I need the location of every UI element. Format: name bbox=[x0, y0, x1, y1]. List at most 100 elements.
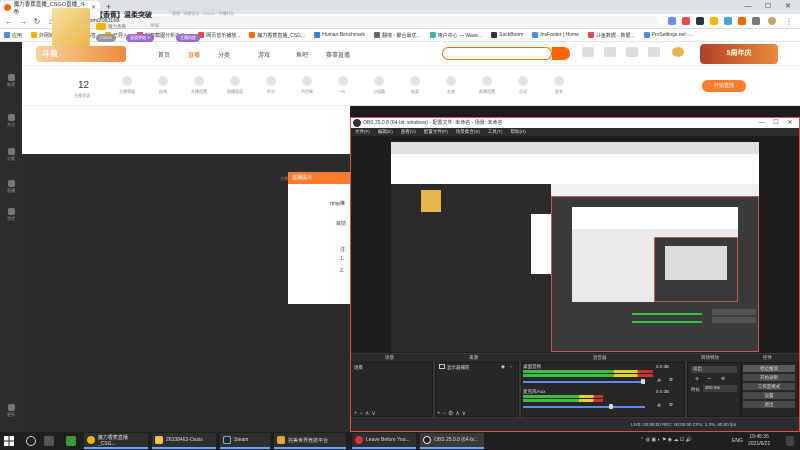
follow-icon[interactable] bbox=[604, 47, 616, 57]
tool-item[interactable]: 小组赛 bbox=[364, 76, 394, 95]
minimize-icon[interactable]: — bbox=[740, 1, 756, 13]
nav-game[interactable]: 游戏 bbox=[258, 50, 270, 59]
extension-icon[interactable] bbox=[752, 17, 760, 25]
tool-item[interactable]: 直播设置 bbox=[472, 76, 502, 95]
scene-dock-tools[interactable]: +−∧∨ bbox=[354, 410, 378, 417]
remove-transition-icon[interactable]: − bbox=[707, 376, 711, 383]
exit-button[interactable]: 退出 bbox=[743, 401, 795, 408]
start-recording-button[interactable]: 开始录制 bbox=[743, 374, 795, 381]
tool-item[interactable]: PK bbox=[328, 76, 358, 94]
settings-button[interactable]: 设置 bbox=[743, 392, 795, 399]
gear-icon[interactable]: ⚙ bbox=[669, 402, 673, 408]
taskbar-app-folder[interactable]: 26338463-Oasis bbox=[152, 433, 216, 449]
tool-item[interactable]: 直播画面 bbox=[220, 76, 250, 95]
lock-icon[interactable]: ▫ bbox=[510, 364, 512, 369]
report-link[interactable]: 举报 bbox=[150, 23, 159, 29]
transition-select[interactable]: 淡出 bbox=[691, 366, 737, 373]
sidebar-item-recommend[interactable]: 推荐 bbox=[0, 74, 22, 88]
menu-tools[interactable]: 工具(T) bbox=[488, 128, 503, 136]
nav-category[interactable]: 分类 bbox=[218, 50, 230, 59]
taskbar-app-obs[interactable]: OBS 25.0.8 (64-bi... bbox=[420, 433, 484, 449]
bookmark-item[interactable]: 用户中心 — Wave... bbox=[429, 32, 482, 39]
menu-profile[interactable]: 配置文件(P) bbox=[424, 128, 448, 136]
douyu-logo[interactable]: 斗鱼 bbox=[36, 46, 126, 62]
input-language[interactable]: ENG bbox=[732, 438, 743, 444]
back-icon[interactable]: ← bbox=[4, 16, 14, 27]
volume-slider-handle[interactable] bbox=[641, 379, 645, 384]
tool-item[interactable]: 开播设置 bbox=[184, 76, 214, 95]
studio-mode-button[interactable]: 工作室模式 bbox=[743, 383, 795, 390]
search-button[interactable] bbox=[552, 47, 570, 60]
user-avatar[interactable] bbox=[672, 47, 684, 57]
tool-item[interactable]: 活动 bbox=[508, 76, 538, 95]
bookmark-item[interactable]: InsFooter | Home bbox=[532, 32, 579, 38]
category-badge[interactable]: CSGO bbox=[96, 34, 116, 42]
download-icon[interactable] bbox=[648, 47, 660, 57]
nav-events[interactable]: 赛事直播 bbox=[326, 50, 350, 59]
forward-icon[interactable]: → bbox=[18, 16, 28, 27]
tool-item[interactable]: 抽奖 bbox=[400, 76, 430, 95]
taskbar-app-chrome[interactable]: 魔力香蕉直播_CSG... bbox=[84, 433, 148, 449]
search-icon[interactable] bbox=[26, 436, 36, 446]
extension-icon[interactable] bbox=[710, 17, 718, 25]
nav-yuba[interactable]: 鱼吧 bbox=[296, 50, 308, 59]
tool-item[interactable]: 节目单 bbox=[292, 76, 322, 95]
tool-item[interactable]: 积分 bbox=[256, 76, 286, 95]
tool-item[interactable]: 礼物 bbox=[436, 76, 466, 95]
transition-settings-icon[interactable]: ⚙ bbox=[721, 376, 725, 382]
minimize-icon[interactable]: — bbox=[755, 118, 769, 128]
close-window-icon[interactable]: ✕ bbox=[783, 118, 797, 128]
bookmark-item[interactable]: SockBoom bbox=[491, 32, 523, 38]
room-avatar[interactable] bbox=[52, 8, 90, 46]
extension-icon[interactable] bbox=[682, 17, 690, 25]
bookmark-item[interactable]: Human Benchmark bbox=[314, 32, 365, 38]
bookmark-item[interactable]: 网页音乐播放... bbox=[198, 32, 240, 39]
speaker-icon[interactable]: 🔈 bbox=[657, 377, 663, 383]
nvidia-icon[interactable] bbox=[66, 436, 76, 446]
menu-dots-icon[interactable]: ⋮ bbox=[784, 16, 794, 27]
gear-icon[interactable]: ⚙ bbox=[669, 377, 673, 383]
tool-item[interactable]: 主播等级 bbox=[112, 76, 142, 95]
tool-item[interactable]: 更多 bbox=[544, 76, 574, 95]
source-dock-tools[interactable]: +−⚙∧∨ bbox=[437, 410, 468, 417]
profile-avatar[interactable] bbox=[768, 17, 776, 25]
bookmark-item[interactable]: 魔力香蕉直播_CSG... bbox=[249, 32, 305, 39]
taskbar-app-steam[interactable]: Steam bbox=[220, 433, 270, 449]
open-live-button[interactable]: 开始直播 bbox=[702, 80, 746, 92]
extension-icon[interactable] bbox=[668, 17, 676, 25]
menu-file[interactable]: 文件(F) bbox=[355, 128, 370, 136]
menu-help[interactable]: 帮助(H) bbox=[511, 128, 526, 136]
speaker-icon[interactable]: 🔈 bbox=[657, 402, 663, 408]
bookmark-item[interactable]: 斗鱼数据 - 数据... bbox=[587, 32, 635, 39]
menu-scene-collection[interactable]: 场景集合(S) bbox=[456, 128, 480, 136]
title-badge[interactable]: 温柔突破 ✦ bbox=[126, 34, 155, 42]
volume-slider[interactable] bbox=[523, 381, 645, 383]
extension-icon[interactable] bbox=[738, 17, 746, 25]
volume-slider-handle[interactable] bbox=[609, 404, 613, 409]
tool-item[interactable]: 连线 bbox=[148, 76, 178, 95]
windows-start-icon[interactable] bbox=[4, 436, 14, 446]
task-view-icon[interactable] bbox=[44, 436, 54, 446]
sidebar-item-game[interactable]: 游戏 bbox=[0, 208, 22, 222]
notification-icon[interactable] bbox=[786, 436, 794, 446]
sidebar-item-follow[interactable]: 关注 bbox=[0, 114, 22, 128]
sidebar-item-live[interactable]: 直播 bbox=[0, 180, 22, 194]
taskbar-app-netease-music[interactable]: Leave Before You... bbox=[352, 433, 416, 449]
menu-view[interactable]: 查看(V) bbox=[401, 128, 416, 136]
duration-input[interactable]: 300 ms bbox=[703, 385, 737, 392]
stop-streaming-button[interactable]: 停止推流 bbox=[743, 365, 795, 372]
close-window-icon[interactable]: ✕ bbox=[780, 1, 796, 13]
anniversary-banner[interactable]: 5周年庆 bbox=[700, 44, 778, 64]
obs-preview[interactable] bbox=[391, 142, 759, 352]
extension-icon[interactable] bbox=[724, 17, 732, 25]
heat-badge[interactable]: 主播热度 bbox=[176, 34, 200, 42]
maximize-icon[interactable]: ☐ bbox=[760, 1, 776, 13]
volume-slider[interactable] bbox=[523, 406, 645, 408]
anchor-name[interactable]: 魔力香蕉 bbox=[108, 24, 126, 30]
maximize-icon[interactable]: ☐ bbox=[769, 118, 783, 128]
reload-icon[interactable]: ↻ bbox=[32, 16, 42, 27]
search-input[interactable] bbox=[442, 47, 552, 60]
sidebar-item-more[interactable]: 更多 bbox=[0, 404, 22, 418]
sidebar-item-category[interactable]: 分类 bbox=[0, 148, 22, 162]
system-tray[interactable]: ⌃ ◍ ▣ ◐ ⚑ ◉ ☁ ⊡ 🔊 bbox=[640, 437, 692, 443]
